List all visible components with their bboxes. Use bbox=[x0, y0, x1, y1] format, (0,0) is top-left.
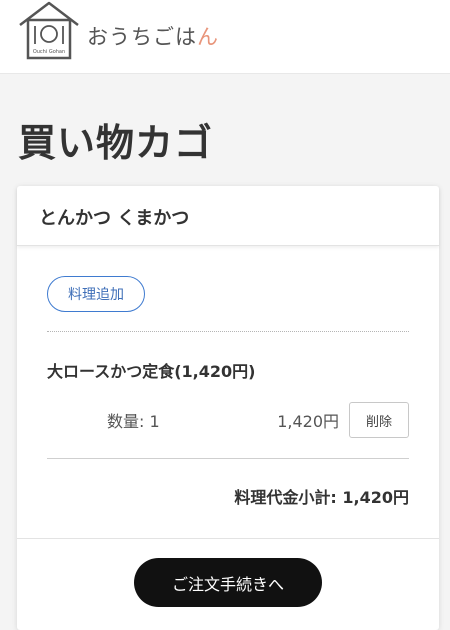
page-title: 買い物カゴ bbox=[18, 121, 214, 165]
cart-item-name: 大ロースかつ定食(1,420円) bbox=[47, 362, 256, 381]
add-dish-button[interactable]: 料理追加 bbox=[47, 276, 145, 312]
item-divider bbox=[47, 458, 409, 459]
house-logo-icon: Ouchi Gohan bbox=[19, 1, 79, 60]
logo-text: おうちごはん bbox=[87, 21, 219, 51]
restaurant-header: とんかつ くまかつ bbox=[17, 186, 439, 246]
logo-brand-text: Ouchi Gohan bbox=[33, 49, 65, 55]
dotted-divider bbox=[47, 331, 409, 332]
logo-text-main: おうちごは bbox=[87, 25, 197, 49]
checkout-button[interactable]: ご注文手続きへ bbox=[134, 558, 322, 607]
subtotal-text: 料理代金小計: 1,420円 bbox=[234, 488, 409, 507]
cart-item-quantity: 数量: 1 bbox=[107, 412, 160, 431]
footer-divider bbox=[17, 538, 439, 539]
delete-item-button[interactable]: 削除 bbox=[349, 402, 409, 438]
cart-item-line-price: 1,420円 bbox=[277, 412, 339, 431]
logo-text-accent: ん bbox=[197, 25, 219, 49]
cart-card: とんかつ くまかつ 料理追加 大ロースかつ定食(1,420円) 数量: 1 1,… bbox=[17, 186, 439, 630]
restaurant-name: とんかつ くまかつ bbox=[39, 208, 190, 229]
site-header: Ouchi Gohan おうちごはん bbox=[0, 0, 450, 74]
site-logo-link[interactable]: Ouchi Gohan おうちごはん bbox=[17, 0, 219, 62]
